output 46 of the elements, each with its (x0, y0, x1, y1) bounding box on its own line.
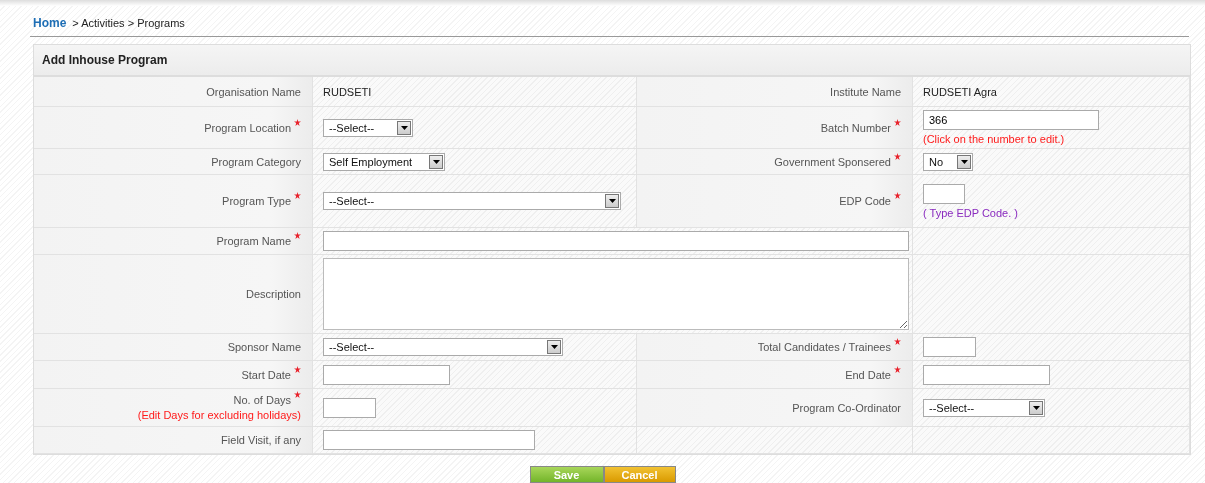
field-label: Sponsor Name (227, 341, 301, 353)
text-area[interactable] (323, 258, 909, 330)
field-label: Government Sponsered (774, 155, 891, 168)
field-label: No. of Days (233, 394, 291, 406)
input-field[interactable] (323, 364, 450, 385)
dropdown[interactable]: --Select-- (923, 398, 1045, 417)
input-field[interactable]: 366 (923, 110, 1099, 130)
breadcrumb-trail: > Activities > Programs (72, 17, 185, 29)
input-field[interactable] (923, 183, 965, 204)
dropdown[interactable]: No (923, 152, 973, 171)
caret-icon (397, 120, 411, 135)
dropdown[interactable]: --Select-- (323, 118, 413, 137)
input-field[interactable] (323, 430, 535, 450)
caret-icon (547, 340, 561, 354)
home-link[interactable]: Home (33, 16, 67, 30)
field-label: EDP Code (839, 195, 891, 207)
dropdown[interactable]: --Select-- (323, 338, 563, 356)
caret-icon (429, 154, 443, 169)
input-field[interactable] (323, 231, 909, 251)
label-hint: (Edit Days for excluding holidays) (137, 409, 301, 421)
caret-icon (1029, 400, 1043, 415)
field-label: Program Category (211, 155, 301, 168)
input-field[interactable] (923, 337, 976, 357)
field-label: Program Type (222, 195, 291, 207)
field-label: Start Date (241, 368, 291, 381)
input-field[interactable] (323, 397, 376, 418)
field-value: RUDSETI Agra (923, 85, 997, 98)
field-value: RUDSETI (323, 85, 372, 98)
caret-icon (605, 194, 619, 208)
dropdown[interactable]: --Select-- (323, 192, 621, 210)
field-label: Description (245, 288, 301, 300)
field-label: Total Candidates / Trainees (757, 341, 891, 353)
dropdown[interactable]: Self Employment (323, 152, 445, 171)
field-label: Program Name (216, 235, 291, 247)
field-hint: (Click on the number to edit.) (923, 133, 1065, 145)
field-label: Institute Name (830, 85, 901, 98)
caret-icon (957, 154, 971, 169)
field-label: Program Co-Ordinator (792, 401, 901, 414)
field-label: Organisation Name (206, 85, 301, 98)
field-label: Batch Number (820, 121, 891, 134)
field-hint: ( Type EDP Code. ) (923, 206, 1018, 219)
field-label: Field Visit, if any (221, 434, 301, 446)
field-label: Program Location (204, 121, 291, 134)
input-field[interactable] (923, 364, 1050, 385)
field-label: End Date (845, 368, 891, 381)
form-title: Add Inhouse Program (34, 45, 1190, 77)
